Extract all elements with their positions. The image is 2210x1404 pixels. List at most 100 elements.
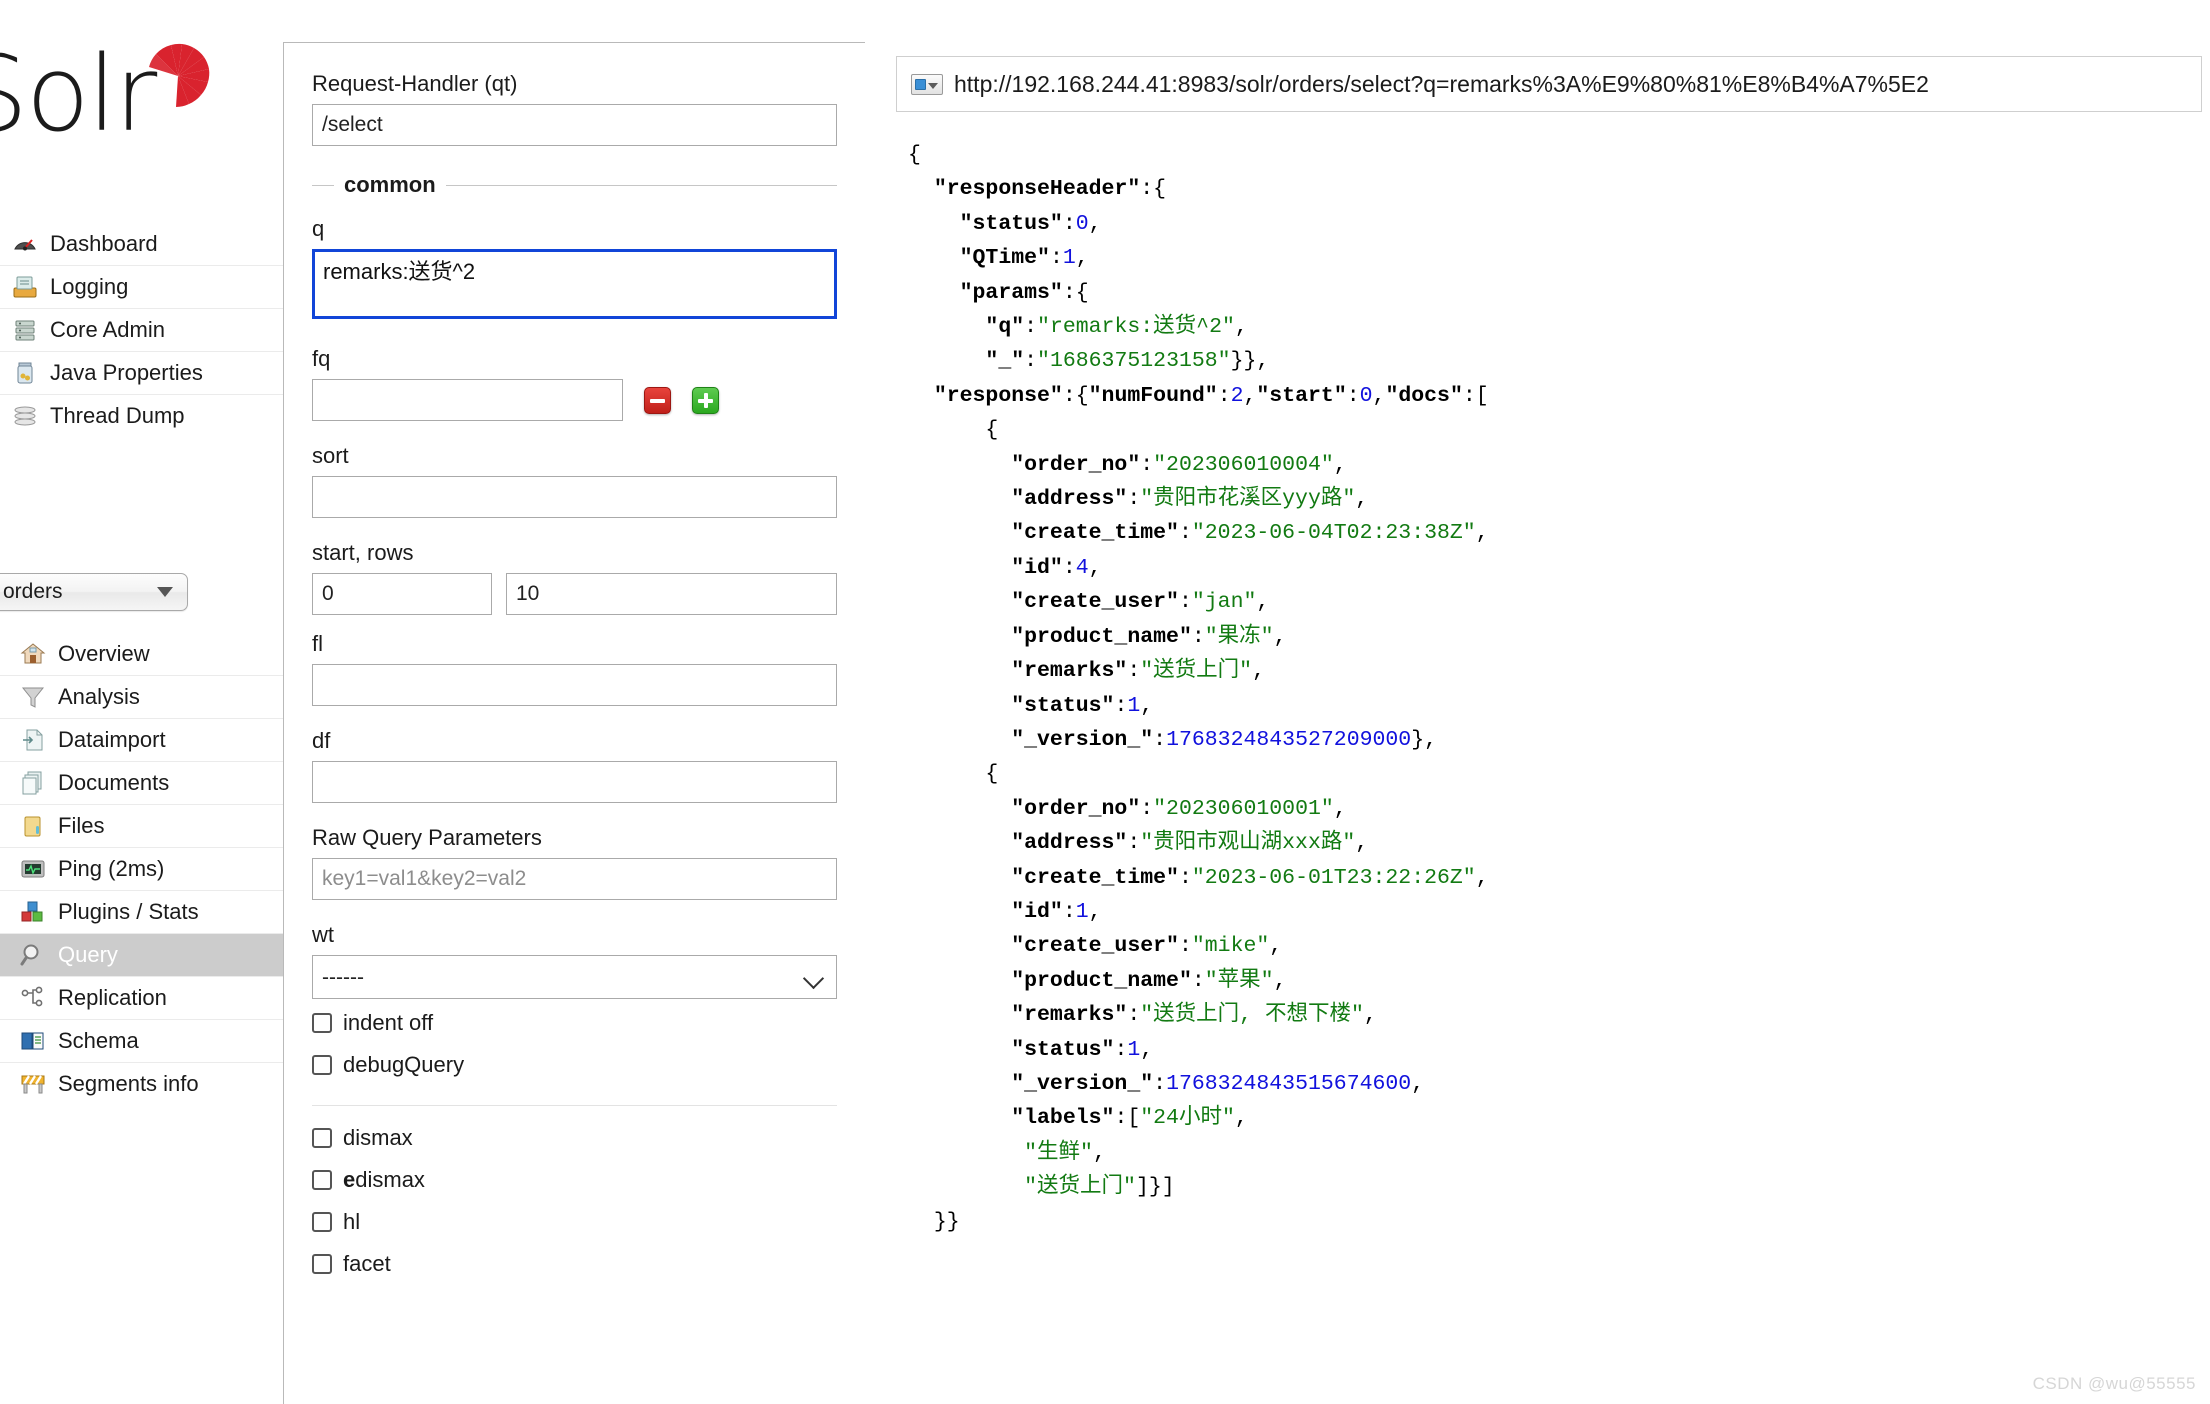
solr-admin-window: Solr	[0, 0, 2210, 1404]
sidebar-item-label: Segments info	[58, 1071, 199, 1096]
sidebar-item-schema[interactable]: Schema	[0, 1019, 283, 1062]
edismax-row[interactable]: edismax	[312, 1162, 837, 1198]
sidebar-item-thread-dump[interactable]: Thread Dump	[0, 394, 283, 437]
chevron-down-icon	[157, 587, 173, 597]
dashboard-gauge-icon	[10, 229, 40, 259]
df-input[interactable]	[312, 761, 837, 803]
schema-book-icon	[18, 1026, 48, 1056]
sidebar-item-segments-info[interactable]: Segments info	[0, 1062, 283, 1105]
facet-checkbox[interactable]	[312, 1254, 332, 1274]
home-icon	[18, 639, 48, 669]
raw-query-parameters-label: Raw Query Parameters	[312, 825, 542, 850]
sidebar-item-plugins-stats[interactable]: Plugins / Stats	[0, 890, 283, 933]
debug-query-label: debugQuery	[343, 1052, 465, 1077]
sort-label: sort	[312, 443, 349, 468]
sidebar-item-overview[interactable]: Overview	[0, 632, 283, 675]
legend-dash	[312, 184, 334, 186]
fq-row	[312, 379, 837, 421]
indent-off-checkbox[interactable]	[312, 1013, 332, 1033]
solr-logo[interactable]: Solr	[0, 18, 222, 148]
q-input[interactable]: remarks:送货^2	[312, 249, 837, 319]
sidebar-item-dashboard[interactable]: Dashboard	[0, 222, 283, 265]
thread-dump-stack-icon	[10, 401, 40, 431]
hl-checkbox[interactable]	[312, 1212, 332, 1232]
debug-query-checkbox[interactable]	[312, 1055, 332, 1075]
sidebar-item-label: Replication	[58, 985, 167, 1010]
start-rows-row	[312, 573, 837, 615]
magnifier-icon	[18, 940, 48, 970]
documents-stack-icon	[18, 768, 48, 798]
json-response-output: { "responseHeader":{ "status":0, "QTime"…	[908, 143, 1489, 1234]
plugins-blocks-icon	[18, 897, 48, 927]
dismax-checkbox[interactable]	[312, 1128, 332, 1148]
request-handler-label: Request-Handler (qt)	[312, 71, 518, 96]
start-rows-label: start, rows	[312, 540, 414, 565]
edismax-checkbox[interactable]	[312, 1170, 332, 1190]
core-admin-servers-icon	[10, 315, 40, 345]
request-handler-input[interactable]	[312, 104, 837, 146]
fl-label: fl	[312, 631, 323, 656]
sidebar-item-logging[interactable]: Logging	[0, 265, 283, 308]
sidebar: Solr	[0, 0, 283, 1404]
sidebar-item-label: Dashboard	[50, 230, 158, 256]
solr-sunburst-logo-icon	[149, 43, 210, 107]
result-url-text: http://192.168.244.41:8983/solr/orders/s…	[954, 70, 1929, 97]
sidebar-item-label: Analysis	[58, 684, 140, 709]
edismax-rest: dismax	[355, 1167, 425, 1192]
sidebar-item-java-properties[interactable]: Java Properties	[0, 351, 283, 394]
indent-off-row[interactable]: indent off	[312, 1005, 837, 1041]
sidebar-item-documents[interactable]: Documents	[0, 761, 283, 804]
dataimport-page-icon	[18, 725, 48, 755]
sidebar-item-replication[interactable]: Replication	[0, 976, 283, 1019]
sidebar-item-label: Plugins / Stats	[58, 899, 199, 924]
rows-input[interactable]	[506, 573, 837, 615]
dismax-label: dismax	[343, 1125, 413, 1150]
hl-row[interactable]: hl	[312, 1204, 837, 1240]
sidebar-global-nav: Dashboard Logging Core Admin Java Proper…	[0, 222, 283, 437]
sidebar-item-label: Query	[58, 942, 118, 967]
sidebar-item-label: Logging	[50, 274, 129, 299]
sidebar-core-nav: Overview Analysis Dataimport Documents F…	[0, 632, 283, 1105]
edismax-label: edismax	[343, 1167, 425, 1193]
wt-select[interactable]: ------	[312, 955, 837, 999]
logging-tray-icon	[10, 272, 40, 302]
wt-select-wrap: ------	[312, 955, 837, 999]
result-panel: http://192.168.244.41:8983/solr/orders/s…	[888, 42, 2210, 1404]
replication-nodes-icon	[18, 983, 48, 1013]
raw-query-parameters-input[interactable]	[312, 858, 837, 900]
wt-label: wt	[312, 922, 334, 947]
divider	[312, 1105, 837, 1106]
plus-button-icon[interactable]	[692, 386, 719, 414]
common-legend-label: common	[344, 172, 436, 197]
sidebar-item-query[interactable]: Query	[0, 933, 283, 976]
sidebar-item-label: Ping (2ms)	[58, 856, 165, 881]
csdn-watermark: CSDN @wu@55555	[2032, 1374, 2196, 1393]
minus-button-icon[interactable]	[644, 386, 671, 414]
ping-monitor-icon	[18, 854, 48, 884]
debug-query-row[interactable]: debugQuery	[312, 1047, 837, 1083]
new-window-dropdown-icon[interactable]	[911, 73, 943, 95]
dismax-row[interactable]: dismax	[312, 1120, 837, 1156]
sidebar-item-dataimport[interactable]: Dataimport	[0, 718, 283, 761]
folder-icon	[18, 811, 48, 841]
fq-label: fq	[312, 346, 331, 371]
fq-input[interactable]	[312, 379, 623, 421]
segments-barrier-icon	[18, 1069, 48, 1099]
sidebar-item-label: Dataimport	[58, 727, 166, 752]
sidebar-item-files[interactable]: Files	[0, 804, 283, 847]
start-input[interactable]	[312, 573, 492, 615]
core-selector-value: orders	[3, 580, 63, 603]
facet-row[interactable]: facet	[312, 1246, 837, 1282]
sidebar-item-label: Overview	[58, 640, 150, 666]
edismax-bold-prefix: e	[343, 1167, 356, 1192]
facet-label: facet	[343, 1251, 391, 1276]
sidebar-item-label: Core Admin	[50, 317, 165, 342]
sidebar-item-ping[interactable]: Ping (2ms)	[0, 847, 283, 890]
fl-input[interactable]	[312, 664, 837, 706]
df-label: df	[312, 728, 331, 753]
result-url-bar[interactable]: http://192.168.244.41:8983/solr/orders/s…	[896, 56, 2202, 112]
sort-input[interactable]	[312, 476, 837, 518]
sidebar-item-core-admin[interactable]: Core Admin	[0, 308, 283, 351]
core-selector-dropdown[interactable]: orders	[0, 573, 188, 611]
sidebar-item-analysis[interactable]: Analysis	[0, 675, 283, 718]
